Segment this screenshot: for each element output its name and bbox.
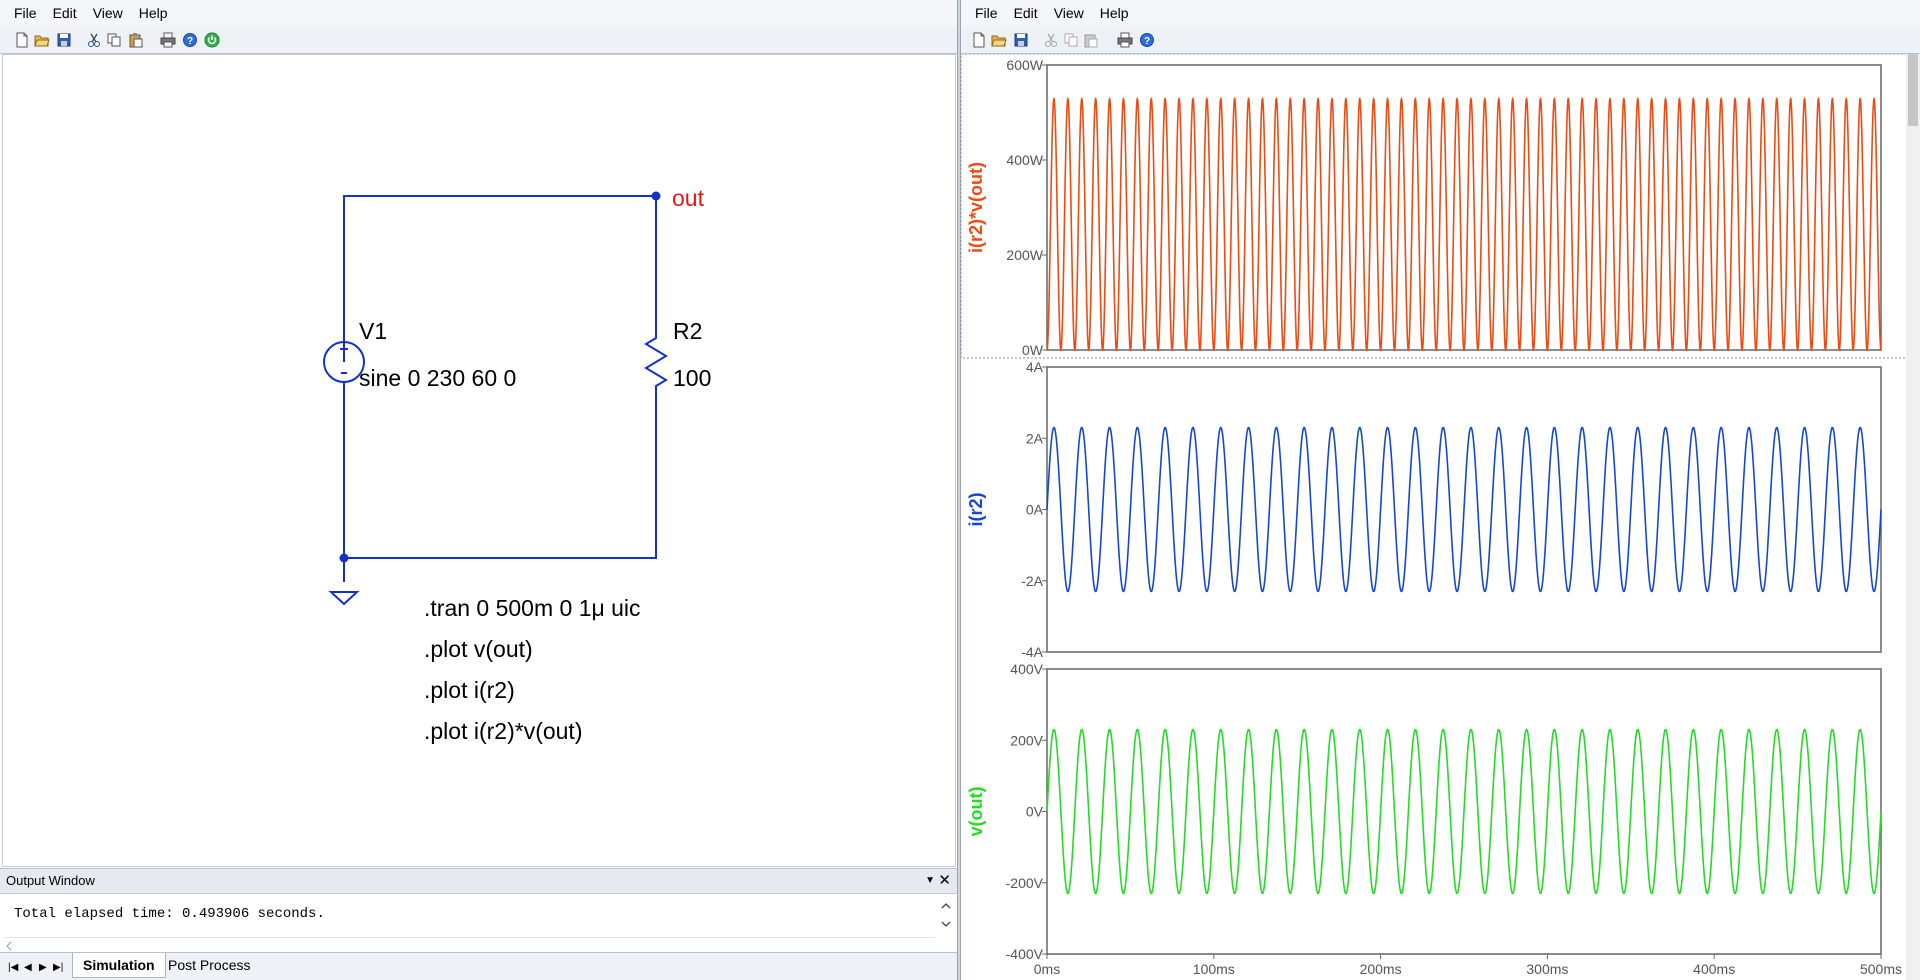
open-folder-icon[interactable] bbox=[34, 32, 50, 48]
output-window: Output Window ▼ ✕ Total elapsed time: 0.… bbox=[0, 868, 957, 953]
paste-icon[interactable] bbox=[128, 32, 144, 48]
resistor-value-label[interactable]: 100 bbox=[673, 365, 711, 391]
resistor-name-label[interactable]: R2 bbox=[673, 318, 702, 344]
dropdown-arrow-icon[interactable]: ▼ bbox=[925, 875, 935, 886]
x-tick-label: 200ms bbox=[1360, 961, 1402, 977]
save-icon[interactable] bbox=[1013, 32, 1029, 48]
y-tick-label: -2A bbox=[1021, 573, 1043, 589]
svg-text:?: ? bbox=[1144, 36, 1150, 47]
source-plus-sign bbox=[340, 345, 348, 353]
trace-label-2[interactable]: i(r2) bbox=[966, 492, 986, 526]
x-tick-label: 400ms bbox=[1693, 961, 1735, 977]
power-icon[interactable] bbox=[204, 32, 220, 48]
y-tick-label: 600W bbox=[1006, 57, 1043, 73]
output-log-text: Total elapsed time: 0.493906 seconds. bbox=[14, 906, 325, 922]
waveform-window: File Edit View Help ? 600W 400W 200W 0W i(r2)*v… bbox=[961, 0, 1920, 980]
schematic-canvas[interactable]: out V1 sine 0 230 60 0 R2 100 .tran 0 50… bbox=[2, 54, 956, 867]
output-window-title: Output Window bbox=[6, 873, 95, 888]
trace-label-3[interactable]: v(out) bbox=[966, 787, 986, 837]
junction-dot-ground bbox=[339, 553, 349, 563]
y-tick-label: 200V bbox=[1010, 732, 1043, 748]
y-tick-label: -400V bbox=[1006, 946, 1044, 962]
y-tick-label: 2A bbox=[1026, 430, 1044, 446]
x-tick-label: 500ms bbox=[1860, 961, 1902, 977]
waveform-toolbar: ? bbox=[961, 27, 1920, 54]
schematic-menubar: File Edit View Help bbox=[0, 0, 957, 27]
directive-tran[interactable]: .tran 0 500m 0 1μ uic bbox=[424, 595, 641, 621]
y-tick-label: 0W bbox=[1022, 342, 1044, 358]
last-tab-icon[interactable]: ▶| bbox=[53, 962, 63, 973]
menu-edit[interactable]: Edit bbox=[1006, 0, 1046, 27]
x-tick-label: 100ms bbox=[1193, 961, 1235, 977]
y-tick-label: 0A bbox=[1026, 502, 1044, 518]
source-value-label[interactable]: sine 0 230 60 0 bbox=[359, 365, 516, 391]
menu-help[interactable]: Help bbox=[131, 0, 176, 27]
ground-symbol[interactable] bbox=[328, 558, 360, 606]
plot-scrollbar-thumb[interactable] bbox=[1908, 54, 1918, 126]
plot-scrollbar[interactable] bbox=[1906, 54, 1920, 980]
x-tick-label: 0ms bbox=[1034, 961, 1060, 977]
y-tick-label: -4A bbox=[1021, 644, 1043, 660]
close-icon[interactable]: ✕ bbox=[938, 871, 951, 889]
y-tick-label: 400W bbox=[1006, 152, 1043, 168]
new-file-icon[interactable] bbox=[971, 32, 987, 48]
print-icon[interactable] bbox=[1117, 32, 1133, 48]
wire-bottom[interactable] bbox=[343, 383, 657, 559]
first-tab-icon[interactable]: |◀ bbox=[8, 962, 18, 973]
next-tab-icon[interactable]: ▶ bbox=[39, 962, 47, 973]
open-folder-icon[interactable] bbox=[991, 32, 1007, 48]
trace-label-1[interactable]: i(r2)*v(out) bbox=[966, 162, 986, 253]
new-file-icon[interactable] bbox=[14, 32, 30, 48]
wire-top[interactable] bbox=[343, 195, 657, 362]
tab-simulation[interactable]: Simulation bbox=[72, 953, 166, 978]
waveform-menubar: File Edit View Help bbox=[961, 0, 1920, 27]
plot-pane-frame[interactable] bbox=[1046, 64, 1882, 351]
save-icon[interactable] bbox=[56, 32, 72, 48]
menu-help[interactable]: Help bbox=[1092, 0, 1137, 27]
cut-icon bbox=[1045, 33, 1057, 47]
directive-plot-power[interactable]: .plot i(r2)*v(out) bbox=[424, 718, 582, 744]
waveform-plot-area[interactable]: 600W 400W 200W 0W i(r2)*v(out) 4A 2A 0A -2A -4A i(… bbox=[961, 54, 1920, 980]
y-tick-label: 200W bbox=[1006, 247, 1043, 263]
menu-file[interactable]: File bbox=[967, 0, 1006, 27]
paste-icon bbox=[1084, 34, 1098, 48]
x-tick-label: 300ms bbox=[1526, 961, 1568, 977]
menu-file[interactable]: File bbox=[6, 0, 45, 27]
directive-plot-ir2[interactable]: .plot i(r2) bbox=[424, 677, 515, 703]
junction-dot-out bbox=[651, 191, 661, 201]
vertical-scrollbar[interactable] bbox=[939, 899, 953, 933]
menu-view[interactable]: View bbox=[1046, 0, 1092, 27]
menu-edit[interactable]: Edit bbox=[45, 0, 85, 27]
net-label-out[interactable]: out bbox=[672, 185, 705, 211]
schematic-drawing: out V1 sine 0 230 60 0 R2 100 .tran 0 50… bbox=[323, 185, 711, 744]
copy-icon bbox=[1064, 33, 1078, 47]
svg-text:?: ? bbox=[187, 36, 193, 47]
scroll-left-icon[interactable] bbox=[4, 941, 14, 951]
directive-plot-vout[interactable]: .plot v(out) bbox=[424, 636, 533, 662]
horizontal-scrollbar[interactable] bbox=[4, 937, 935, 951]
menu-view[interactable]: View bbox=[85, 0, 131, 27]
schematic-toolbar: ? bbox=[0, 27, 957, 54]
y-tick-label: 4A bbox=[1026, 359, 1044, 375]
help-icon[interactable]: ? bbox=[1139, 32, 1155, 48]
document-tab-bar: |◀ ◀ ▶ ▶| Simulation Post Process bbox=[0, 952, 957, 980]
cut-icon[interactable] bbox=[86, 32, 102, 48]
y-tick-label: 0V bbox=[1026, 804, 1044, 820]
y-tick-label: 400V bbox=[1010, 661, 1043, 677]
prev-tab-icon[interactable]: ◀ bbox=[24, 962, 32, 973]
copy-icon[interactable] bbox=[106, 32, 122, 48]
schematic-window: File Edit View Help ? out V1 sine 0 230 60 … bbox=[0, 0, 957, 980]
output-window-titlebar: Output Window ▼ ✕ bbox=[0, 869, 957, 894]
print-icon[interactable] bbox=[160, 32, 176, 48]
tab-post-process[interactable]: Post Process bbox=[158, 953, 260, 977]
resistor-r2[interactable] bbox=[644, 325, 668, 395]
help-icon[interactable]: ? bbox=[182, 32, 198, 48]
source-name-label[interactable]: V1 bbox=[359, 318, 387, 344]
y-tick-label: -200V bbox=[1006, 875, 1044, 891]
